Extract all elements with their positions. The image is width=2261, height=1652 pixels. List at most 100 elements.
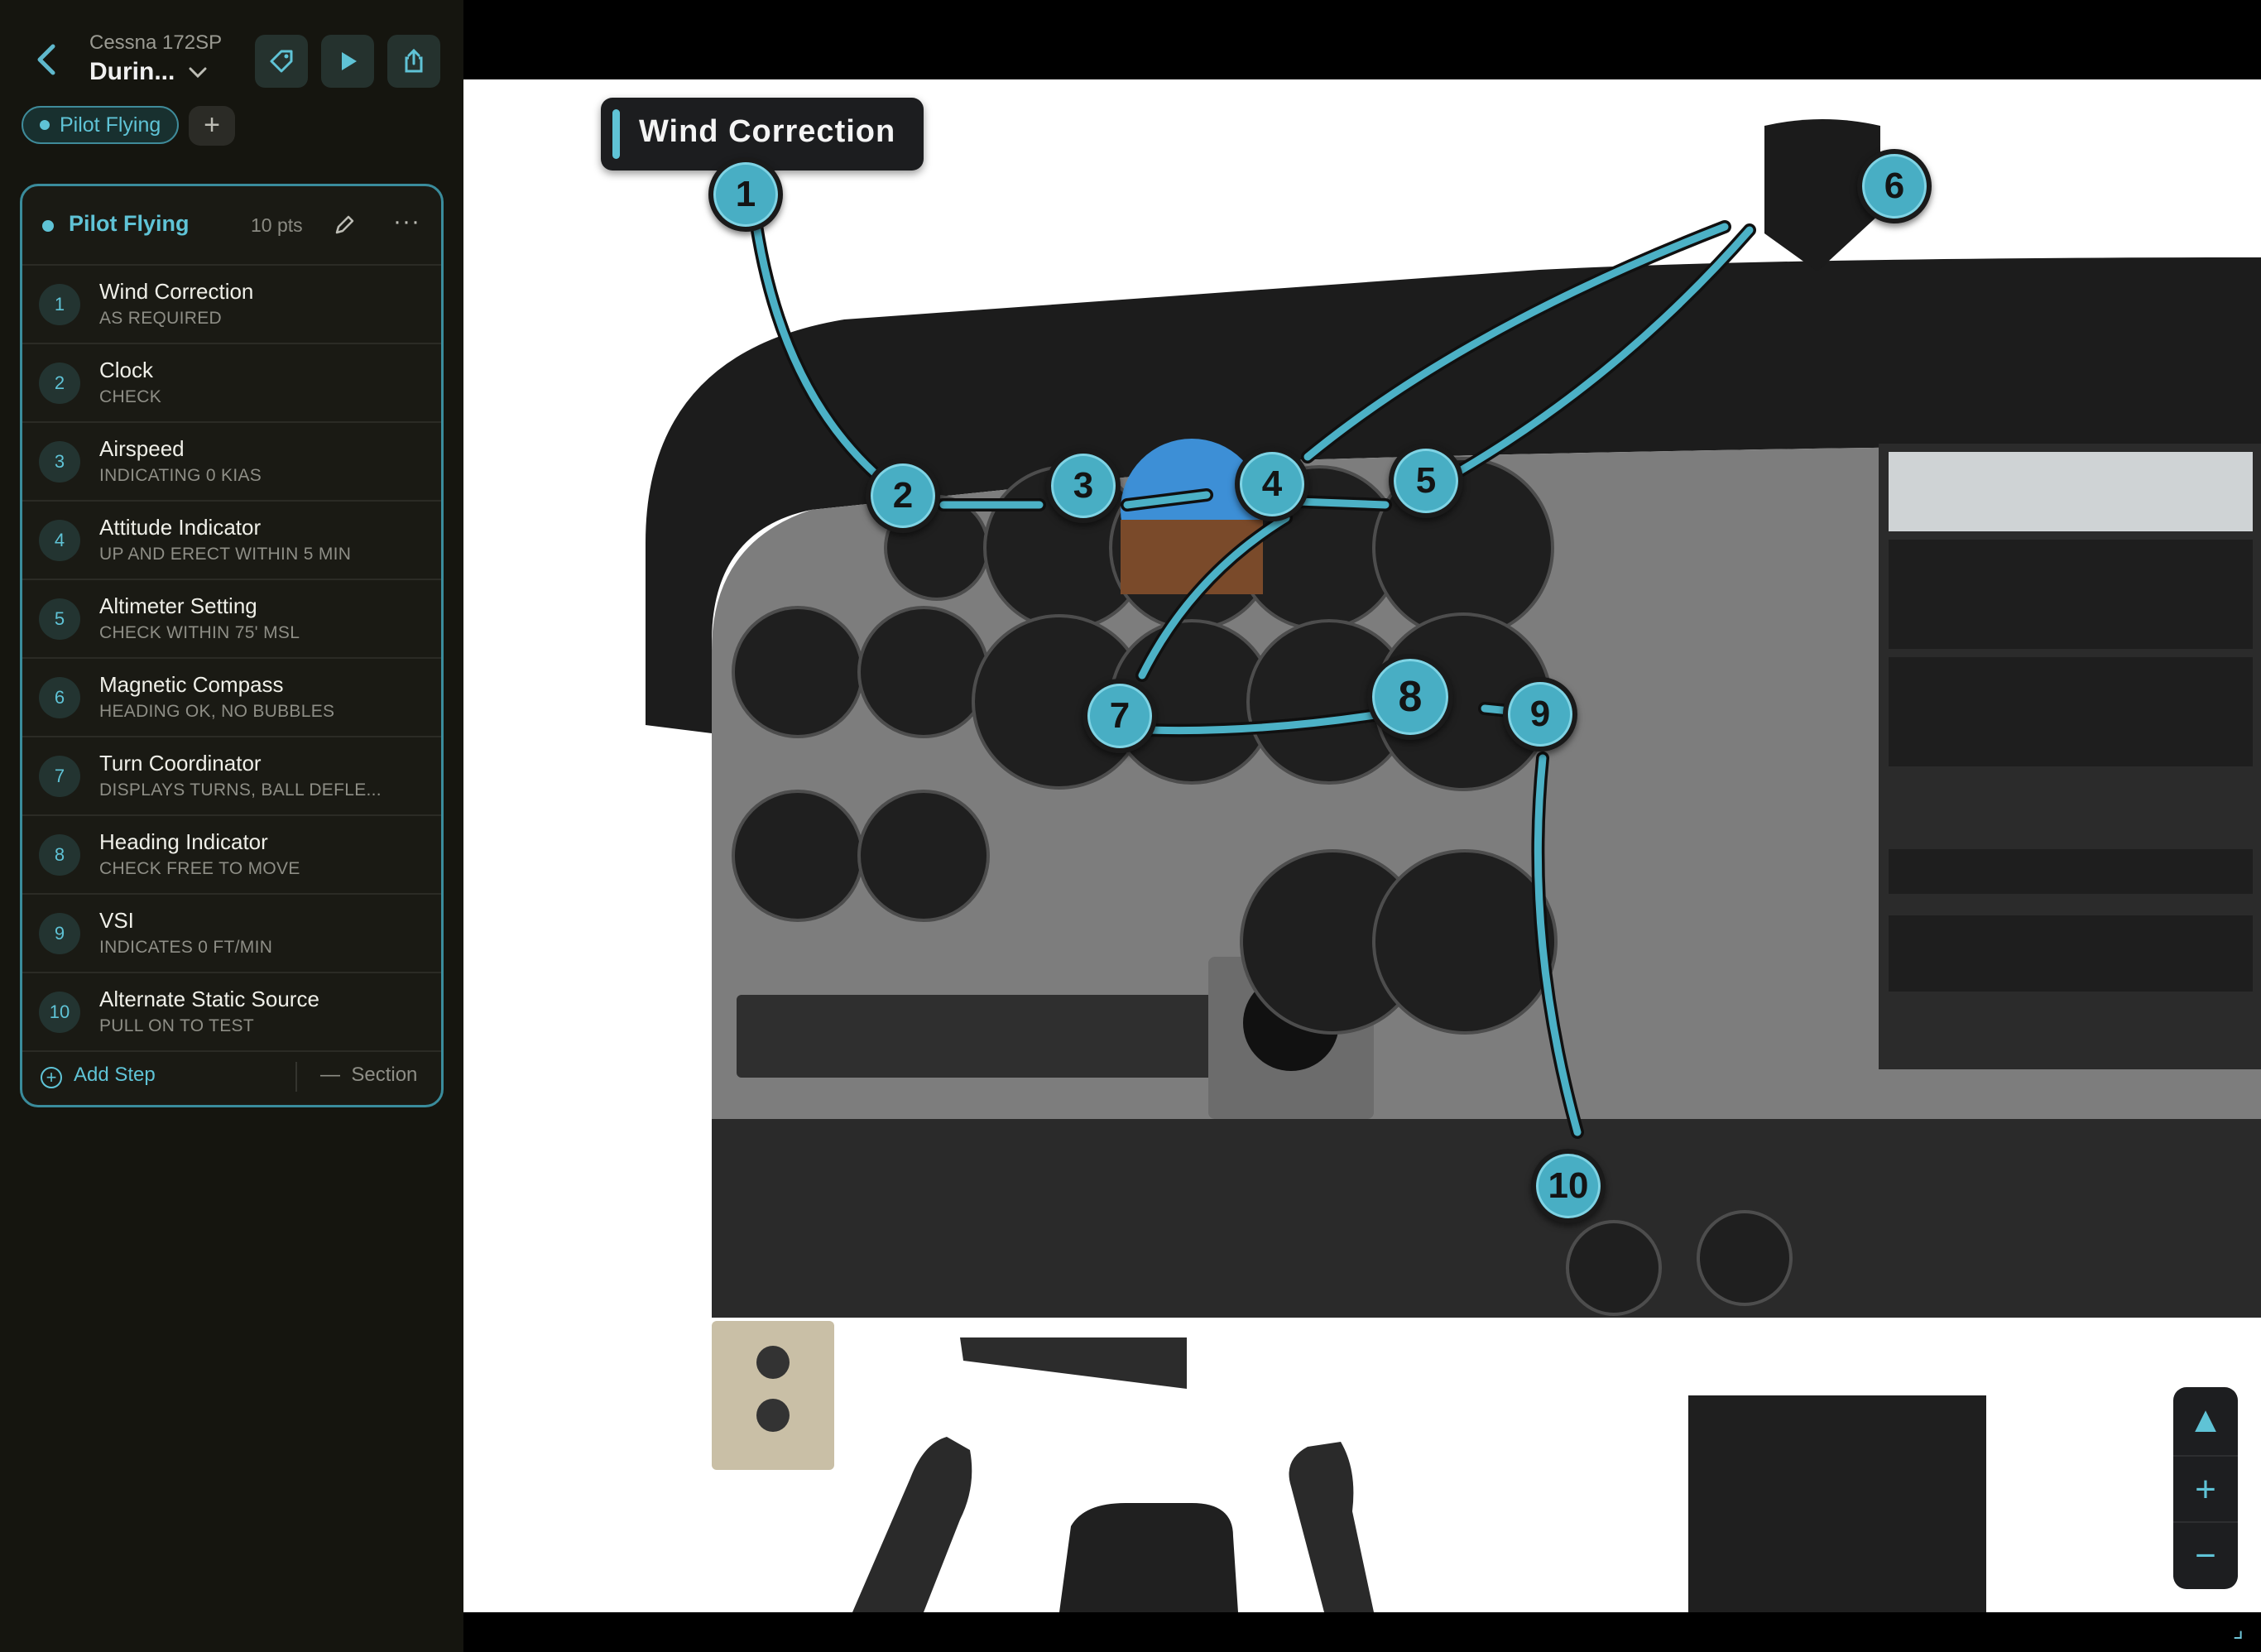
chevron-down-icon	[189, 67, 207, 79]
step-row[interactable]: 1 Wind Correction AS REQUIRED	[22, 266, 441, 344]
step-marker[interactable]: 8	[1367, 654, 1453, 740]
step-title: Heading Indicator	[99, 829, 268, 854]
step-title: Wind Correction	[99, 279, 254, 304]
section-name: Pilot Flying	[69, 211, 190, 236]
step-marker[interactable]: 3	[1046, 449, 1121, 523]
step-title: VSI	[99, 908, 134, 933]
knee-board	[712, 1321, 834, 1470]
step-title: Magnetic Compass	[99, 672, 284, 697]
step-row[interactable]: 8 Heading Indicator CHECK FREE TO MOVE	[22, 816, 441, 895]
step-row[interactable]: 3 Airspeed INDICATING 0 KIAS	[22, 423, 441, 502]
viewer-controls: ▲ + −	[2173, 1387, 2238, 1589]
resize-grip-icon[interactable]: ⌟	[2233, 1616, 2258, 1642]
step-action: HEADING OK, NO BUBBLES	[99, 702, 335, 721]
step-title: Clock	[99, 358, 154, 382]
active-step-label: Wind Correction	[601, 98, 924, 170]
step-action: INDICATING 0 KIAS	[99, 466, 262, 485]
step-number: 8	[39, 834, 80, 876]
pedestal	[1688, 1395, 1986, 1612]
pencil-icon[interactable]	[332, 213, 357, 238]
north-arrow-icon[interactable]: ▲	[2173, 1387, 2238, 1453]
step-number: 2	[39, 363, 80, 404]
active-step-title: Wind Correction	[639, 114, 896, 149]
add-section-button[interactable]: — Section	[320, 1064, 417, 1087]
checklist-selector[interactable]: Durin...	[89, 58, 207, 86]
play-icon	[342, 52, 357, 70]
step-row[interactable]: 7 Turn Coordinator DISPLAYS TURNS, BALL DE…	[22, 737, 441, 816]
aircraft-name: Cessna 172SP	[89, 31, 223, 54]
play-button[interactable]	[321, 35, 374, 88]
step-row[interactable]: 5 Altimeter Setting CHECK WITHIN 75' MSL	[22, 580, 441, 659]
step-number: 6	[39, 677, 80, 718]
share-button[interactable]	[387, 35, 440, 88]
cockpit-viewer[interactable]: Wind Correction 1 2 3 4 5 6 7 8 9 10 ▲ +…	[463, 0, 2261, 1652]
step-marker[interactable]: 1	[708, 157, 783, 232]
pilot-flying-filter-chip[interactable]: Pilot Flying	[22, 106, 180, 144]
step-title: Airspeed	[99, 436, 185, 461]
add-filter-button[interactable]: +	[189, 106, 235, 146]
share-icon	[405, 48, 423, 73]
step-action: CHECK	[99, 387, 162, 406]
cockpit-panel-image[interactable]: Wind Correction 1 2 3 4 5 6 7 8 9 10	[463, 79, 2261, 1612]
step-action: DISPLAYS TURNS, BALL DEFLE...	[99, 780, 382, 800]
copilot-yoke	[1289, 1442, 1374, 1612]
step-number: 4	[39, 520, 80, 561]
step-row[interactable]: 4 Attitude Indicator UP AND ERECT WITHIN 5…	[22, 502, 441, 580]
step-row[interactable]: 2 Clock CHECK	[22, 344, 441, 423]
step-action: UP AND ERECT WITHIN 5 MIN	[99, 545, 352, 564]
zoom-out-button[interactable]: −	[2173, 1521, 2238, 1587]
step-action: AS REQUIRED	[99, 309, 222, 328]
more-options-button[interactable]: ···	[393, 208, 420, 236]
lower-panel	[712, 1119, 2261, 1318]
step-marker[interactable]: 2	[866, 459, 940, 533]
step-marker[interactable]: 6	[1857, 149, 1932, 223]
step-action: CHECK WITHIN 75' MSL	[99, 623, 300, 642]
step-marker[interactable]: 9	[1503, 677, 1577, 752]
lever	[960, 1337, 1187, 1389]
step-title: Attitude Indicator	[99, 515, 262, 540]
breaker-strip	[737, 995, 1250, 1078]
step-action: CHECK FREE TO MOVE	[99, 859, 300, 878]
label-accent-bar	[612, 109, 620, 159]
step-marker[interactable]: 4	[1235, 447, 1309, 521]
step-row[interactable]: 10 Alternate Static Source PULL ON TO TEST	[22, 973, 441, 1052]
step-action: INDICATES 0 FT/MIN	[99, 938, 273, 957]
section-header: Pilot Flying 10 pts ···	[22, 186, 441, 266]
step-number: 10	[39, 992, 80, 1033]
add-step-button[interactable]: + Add Step	[41, 1064, 156, 1088]
minus-icon: —	[320, 1064, 352, 1086]
step-number: 3	[39, 441, 80, 483]
step-marker[interactable]: 5	[1389, 444, 1463, 518]
back-button[interactable]	[33, 41, 66, 78]
section-footer: + Add Step — Section	[22, 1047, 441, 1105]
zoom-in-button[interactable]: +	[2173, 1455, 2238, 1521]
add-section-label: Section	[351, 1064, 418, 1086]
section-points: 10 pts	[251, 214, 303, 236]
step-row[interactable]: 6 Magnetic Compass HEADING OK, NO BUBBLES	[22, 659, 441, 737]
step-action: PULL ON TO TEST	[99, 1016, 254, 1035]
step-number: 7	[39, 756, 80, 797]
step-number: 9	[39, 913, 80, 954]
add-step-label: Add Step	[74, 1064, 156, 1086]
step-title: Altimeter Setting	[99, 593, 257, 618]
step-number: 1	[39, 284, 80, 325]
tag-icon	[270, 50, 293, 73]
section-dot	[42, 220, 54, 232]
step-title: Alternate Static Source	[99, 987, 319, 1011]
cockpit-panel-svg	[646, 119, 2261, 1612]
footer-divider	[295, 1062, 297, 1092]
step-number: 5	[39, 598, 80, 640]
section-panel: Pilot Flying 10 pts ··· 1 Wind Correction…	[20, 184, 444, 1107]
checklist-title: Durin...	[89, 58, 175, 85]
step-row[interactable]: 9 VSI INDICATES 0 FT/MIN	[22, 895, 441, 973]
step-title: Turn Coordinator	[99, 751, 262, 776]
checklist-sidebar: Cessna 172SP Durin... Pilot Flying + Pil…	[0, 0, 463, 1652]
plus-circle-icon: +	[41, 1067, 62, 1088]
step-list: 1 Wind Correction AS REQUIRED 2 Clock CHECK …	[22, 266, 441, 1052]
step-marker[interactable]: 7	[1082, 679, 1157, 753]
tag-button[interactable]	[255, 35, 308, 88]
chevron-left-icon	[37, 44, 55, 75]
sidebar-header: Cessna 172SP Durin...	[0, 0, 463, 99]
step-marker[interactable]: 10	[1531, 1149, 1606, 1223]
pilot-yoke	[852, 1437, 972, 1612]
